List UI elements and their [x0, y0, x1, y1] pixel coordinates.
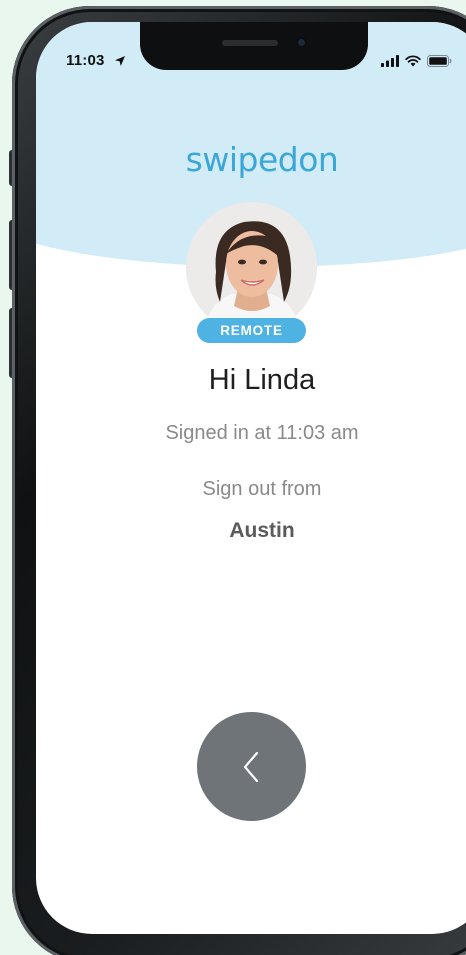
sign-out-prompt: Sign out from [202, 478, 322, 500]
status-time: 11:03 [66, 52, 105, 69]
avatar [186, 202, 317, 333]
wifi-icon [405, 55, 421, 67]
cellular-signal-icon [381, 55, 399, 67]
front-camera [296, 37, 307, 48]
location-name: Austin [229, 519, 295, 542]
greeting-heading: Hi Linda [208, 364, 316, 396]
user-portrait-icon [186, 202, 317, 333]
notch [140, 22, 368, 70]
status-icons [381, 55, 452, 67]
device-mockup: 11:03 swipedon REMOTE Hi Linda Signed in… [0, 0, 466, 955]
chevron-left-icon [243, 751, 258, 782]
speaker-grille [222, 40, 278, 46]
status-badge: REMOTE [197, 318, 306, 343]
battery-icon [427, 55, 452, 67]
signed-in-time: Signed in at 11:03 am [165, 422, 359, 444]
brand-logo: swipedon [185, 140, 339, 179]
location-arrow-icon [115, 56, 125, 66]
back-button[interactable] [197, 712, 306, 821]
phone-screen: 11:03 swipedon REMOTE Hi Linda Signed in… [36, 22, 466, 934]
